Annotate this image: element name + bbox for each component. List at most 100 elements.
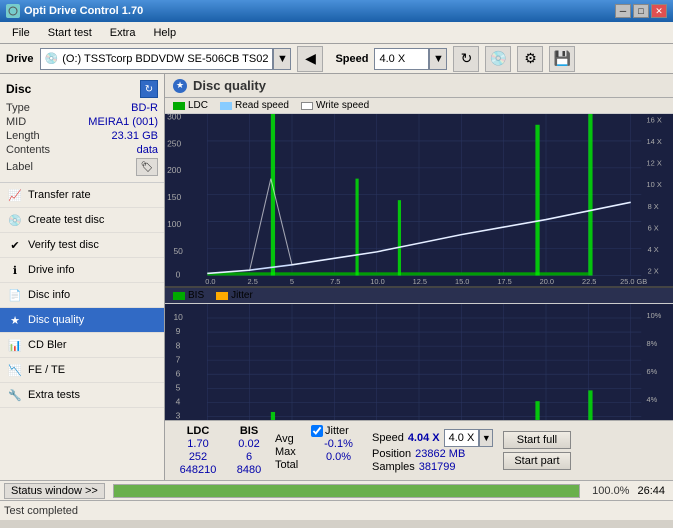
avg-jitter-value: -0.1% bbox=[311, 438, 366, 450]
nav-verify-test-disc[interactable]: ✔ Verify test disc bbox=[0, 233, 164, 258]
svg-text:250: 250 bbox=[167, 138, 181, 148]
bottom-chart-svg: 10 9 8 7 6 5 4 3 2 1 0.0 2.5 5 7.5 10.0 bbox=[165, 304, 673, 420]
bottom-message-bar: Test completed bbox=[0, 500, 673, 520]
samples-value: 381799 bbox=[419, 461, 456, 473]
position-label: Position bbox=[372, 448, 411, 460]
svg-text:8 X: 8 X bbox=[648, 202, 659, 211]
speed-stat-dropdown-arrow[interactable]: ▼ bbox=[479, 429, 493, 447]
speed-stat-select[interactable]: 4.0 X bbox=[444, 429, 480, 447]
disc-length-value: 23.31 GB bbox=[112, 130, 158, 142]
svg-text:6%: 6% bbox=[647, 367, 658, 376]
legend-read-speed: Read speed bbox=[220, 100, 289, 111]
legend-ldc: LDC bbox=[173, 100, 208, 111]
menu-file[interactable]: File bbox=[4, 25, 38, 41]
disc-contents-row: Contents data bbox=[6, 144, 158, 156]
nav-extra-tests[interactable]: 🔧 Extra tests bbox=[0, 383, 164, 408]
samples-row: Samples 381799 bbox=[372, 461, 493, 473]
refresh-button[interactable]: ↻ bbox=[453, 46, 479, 72]
legend-jitter: Jitter bbox=[216, 290, 253, 301]
speed-label: Speed bbox=[335, 53, 368, 65]
top-chart-svg: 300 250 200 150 100 50 0 0.0 2.5 5 7.5 1… bbox=[165, 114, 673, 286]
speed-select[interactable]: 4.0 X bbox=[374, 48, 429, 70]
top-chart-legend: LDC Read speed Write speed bbox=[165, 98, 673, 114]
svg-text:10: 10 bbox=[173, 312, 183, 322]
nav-disc-quality-label: Disc quality bbox=[28, 314, 84, 326]
nav-disc-quality[interactable]: ★ Disc quality bbox=[0, 308, 164, 333]
speed-position-column: Speed 4.04 X 4.0 X ▼ Position 23862 MB S… bbox=[372, 429, 493, 473]
stats-bar: LDC 1.70 252 648210 BIS 0.02 6 8480 Avg … bbox=[165, 420, 673, 480]
extra-tests-icon: 🔧 bbox=[8, 388, 22, 402]
ldc-color bbox=[173, 102, 185, 110]
jitter-color bbox=[216, 292, 228, 300]
svg-text:15.0: 15.0 bbox=[455, 277, 469, 286]
svg-text:6: 6 bbox=[176, 369, 181, 379]
max-label: Max bbox=[275, 446, 305, 458]
nav-create-test-disc-label: Create test disc bbox=[28, 214, 104, 226]
disc-quality-icon: ★ bbox=[8, 313, 22, 327]
drive-value: (O:) TSSTcorp BDDVDW SE-506CB TS02 bbox=[62, 53, 268, 65]
disc-mid-row: MID MEIRA1 (001) bbox=[6, 116, 158, 128]
max-bis-value: 6 bbox=[229, 451, 269, 463]
disc-type-row: Type BD-R bbox=[6, 102, 158, 114]
status-time: 26:44 bbox=[637, 485, 669, 497]
close-button[interactable]: ✕ bbox=[651, 4, 667, 18]
start-full-button[interactable]: Start full bbox=[503, 431, 570, 449]
svg-text:10 X: 10 X bbox=[647, 180, 662, 189]
cd-bler-icon: 📊 bbox=[8, 338, 22, 352]
svg-text:7.5: 7.5 bbox=[330, 277, 340, 286]
settings-button[interactable]: ⚙ bbox=[517, 46, 543, 72]
disc-refresh-button[interactable]: ↻ bbox=[140, 80, 158, 98]
svg-text:4: 4 bbox=[176, 397, 181, 407]
bis-column: BIS 0.02 6 8480 bbox=[229, 425, 269, 476]
disc-mid-value: MEIRA1 (001) bbox=[88, 116, 158, 128]
svg-text:6 X: 6 X bbox=[648, 223, 659, 232]
menu-extra[interactable]: Extra bbox=[102, 25, 144, 41]
status-window-button[interactable]: Status window >> bbox=[4, 483, 105, 499]
menu-start-test[interactable]: Start test bbox=[40, 25, 100, 41]
start-part-button[interactable]: Start part bbox=[503, 452, 570, 470]
write-speed-color bbox=[301, 102, 313, 110]
nav-extra-tests-label: Extra tests bbox=[28, 389, 80, 401]
drive-select[interactable]: 💿 (O:) TSSTcorp BDDVDW SE-506CB TS02 bbox=[40, 48, 274, 70]
svg-text:8: 8 bbox=[176, 341, 181, 351]
svg-text:0: 0 bbox=[176, 270, 181, 280]
nav-fe-te[interactable]: 📉 FE / TE bbox=[0, 358, 164, 383]
svg-text:12 X: 12 X bbox=[647, 159, 662, 168]
minimize-button[interactable]: ─ bbox=[615, 4, 631, 18]
svg-text:3: 3 bbox=[176, 411, 181, 420]
disc-icon-button[interactable]: 💿 bbox=[485, 46, 511, 72]
nav-cd-bler-label: CD Bler bbox=[28, 339, 67, 351]
svg-text:300: 300 bbox=[167, 114, 181, 121]
nav-create-test-disc[interactable]: 💿 Create test disc bbox=[0, 208, 164, 233]
svg-text:17.5: 17.5 bbox=[497, 277, 511, 286]
nav-transfer-rate[interactable]: 📈 Transfer rate bbox=[0, 183, 164, 208]
maximize-button[interactable]: □ bbox=[633, 4, 649, 18]
drive-prev-button[interactable]: ◀ bbox=[297, 46, 323, 72]
nav-verify-test-disc-label: Verify test disc bbox=[28, 239, 99, 251]
svg-text:10.0: 10.0 bbox=[370, 277, 384, 286]
jitter-checkbox[interactable] bbox=[311, 425, 323, 437]
disc-mid-label: MID bbox=[6, 116, 26, 128]
max-jitter-value: 0.0% bbox=[311, 451, 366, 463]
read-speed-color bbox=[220, 102, 232, 110]
bis-color bbox=[173, 292, 185, 300]
speed-dropdown-arrow[interactable]: ▼ bbox=[429, 48, 447, 70]
nav-disc-info[interactable]: 📄 Disc info bbox=[0, 283, 164, 308]
jitter-header-label: Jitter bbox=[325, 425, 349, 437]
panel-title: Disc quality bbox=[193, 78, 266, 93]
svg-text:100: 100 bbox=[167, 219, 181, 229]
svg-text:14 X: 14 X bbox=[647, 137, 662, 146]
nav-drive-info[interactable]: ℹ Drive info bbox=[0, 258, 164, 283]
save-button[interactable]: 💾 bbox=[549, 46, 575, 72]
disc-label-icon[interactable]: 🏷 bbox=[136, 158, 158, 176]
legend-jitter-label: Jitter bbox=[231, 290, 253, 301]
menu-help[interactable]: Help bbox=[145, 25, 184, 41]
svg-text:4 X: 4 X bbox=[648, 245, 659, 254]
transfer-rate-icon: 📈 bbox=[8, 188, 22, 202]
disc-contents-value: data bbox=[137, 144, 158, 156]
speed-stat-value: 4.04 X bbox=[408, 432, 440, 444]
total-jitter-placeholder bbox=[311, 464, 366, 476]
nav-cd-bler[interactable]: 📊 CD Bler bbox=[0, 333, 164, 358]
drive-dropdown-arrow[interactable]: ▼ bbox=[273, 48, 291, 70]
svg-text:5: 5 bbox=[176, 383, 181, 393]
